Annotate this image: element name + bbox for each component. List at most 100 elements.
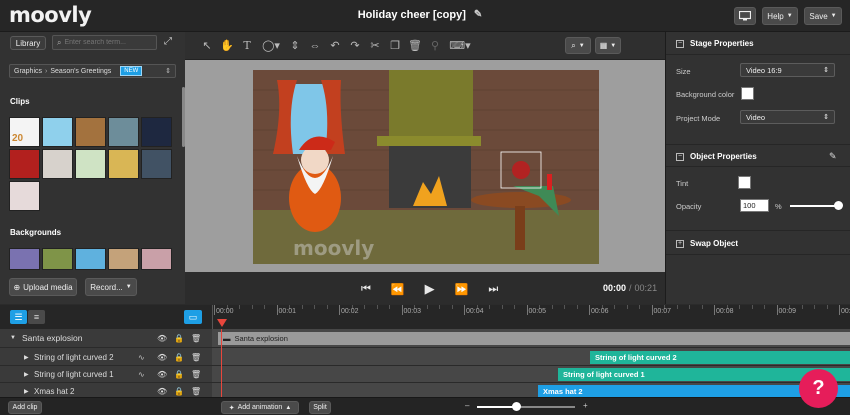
trash-icon[interactable]: 🗑 xyxy=(191,370,201,379)
visibility-eye-icon[interactable]: 👁 xyxy=(157,353,167,362)
list-view-button[interactable]: ☰ xyxy=(10,310,27,324)
timeline-clip-bar[interactable]: ▬ Santa explosion xyxy=(218,332,850,345)
search-input[interactable] xyxy=(64,39,150,46)
compact-view-button[interactable]: ≡ xyxy=(28,310,45,324)
trash-icon[interactable]: 🗑 xyxy=(191,353,201,362)
edit-pencil-icon[interactable]: ✎ xyxy=(474,9,482,21)
layer-name[interactable]: String of light curved 2 xyxy=(34,353,114,362)
clip-thumbnail-trees[interactable] xyxy=(75,149,106,179)
timeline-clip-bar[interactable]: String of light curved 2 xyxy=(590,351,850,364)
visibility-eye-icon[interactable]: 👁 xyxy=(157,370,167,379)
background-color-swatch[interactable] xyxy=(741,87,754,100)
background-thumbnail-room[interactable] xyxy=(108,248,139,270)
category-breadcrumb[interactable]: Graphics › Season's Greetings NEW ⇕ xyxy=(9,64,176,78)
breadcrumb-seasons-greetings[interactable]: Season's Greetings xyxy=(50,68,111,75)
help-menu-button[interactable]: Help ▼ xyxy=(762,7,798,25)
undo-icon[interactable]: ↶ xyxy=(327,39,343,52)
project-title[interactable]: Holiday cheer [copy] ✎ xyxy=(330,9,510,21)
expand-caret-icon[interactable]: ▶ xyxy=(24,371,29,378)
grid-view-button[interactable]: ▦ ▼ xyxy=(595,37,621,54)
timeline-options-button[interactable]: ▭ xyxy=(184,310,202,324)
zoom-in-icon[interactable]: + xyxy=(583,401,588,410)
zoom-slider-handle[interactable] xyxy=(511,402,521,411)
lock-icon[interactable]: 🔒 xyxy=(174,353,184,362)
zoom-out-icon[interactable]: – xyxy=(465,401,469,410)
clip-thumbnail-night[interactable] xyxy=(141,117,172,147)
layer-row[interactable]: ▶ String of light curved 1 ∿ 👁 🔒 🗑 Strin… xyxy=(0,366,850,383)
background-thumbnail-pink[interactable] xyxy=(141,248,172,270)
shape-tool-icon[interactable]: ◯▾ xyxy=(259,39,283,52)
stage-area[interactable]: moovly xyxy=(185,60,665,272)
layer-name[interactable]: Xmas hat 2 xyxy=(34,387,74,396)
upload-media-button[interactable]: ⊕ Upload media xyxy=(9,278,77,296)
delete-icon[interactable]: 🗑 xyxy=(407,39,423,52)
layer-row[interactable]: ▼ Santa explosion 👁 🔒 🗑 ▬ Santa explosio… xyxy=(0,329,850,348)
text-tool-icon[interactable]: T xyxy=(239,39,255,52)
play-icon[interactable]: ▶ xyxy=(425,281,435,297)
cut-icon[interactable]: ✂ xyxy=(367,39,383,52)
lock-icon[interactable]: 🔒 xyxy=(174,334,184,343)
clip-thumbnail-2016[interactable]: 20 xyxy=(9,117,40,147)
search-field[interactable]: ⌕ xyxy=(52,35,157,50)
redo-icon[interactable]: ↷ xyxy=(347,39,363,52)
object-properties-header[interactable]: − Object Properties xyxy=(676,152,757,161)
align-vertical-icon[interactable]: ⇕ xyxy=(287,39,303,52)
tint-swatch[interactable] xyxy=(738,176,751,189)
clip-thumbnail-fire[interactable] xyxy=(108,149,139,179)
select-arrow-icon[interactable]: ↖ xyxy=(199,39,215,52)
timeline-zoom-slider[interactable] xyxy=(477,402,575,411)
align-horizontal-icon[interactable]: ⇔ xyxy=(307,40,323,52)
layer-row[interactable]: ▶ String of light curved 2 ∿ 👁 🔒 🗑 Strin… xyxy=(0,349,850,366)
project-mode-select[interactable]: Video ⇕ xyxy=(740,110,835,124)
rewind-icon[interactable]: ⏪ xyxy=(391,283,405,296)
save-menu-button[interactable]: Save ▼ xyxy=(804,7,842,25)
opacity-slider-handle[interactable] xyxy=(833,201,843,210)
stage-canvas[interactable]: moovly xyxy=(253,70,599,264)
record-button[interactable]: Record... ▼ xyxy=(85,278,137,296)
opacity-input[interactable]: 100 xyxy=(740,199,769,212)
split-button[interactable]: Split xyxy=(309,401,331,414)
layer-name[interactable]: Santa explosion xyxy=(22,333,83,343)
visibility-eye-icon[interactable]: 👁 xyxy=(157,387,167,396)
clip-thumbnail-glasses[interactable] xyxy=(42,117,73,147)
add-animation-button[interactable]: ✦ Add animation ▲ xyxy=(221,401,299,414)
stage-properties-header[interactable]: − Stage Properties xyxy=(676,39,754,48)
clip-thumbnail-tree[interactable] xyxy=(108,117,139,147)
expand-caret-icon[interactable]: ▶ xyxy=(24,354,29,361)
clip-thumbnail-fireplace[interactable] xyxy=(75,117,106,147)
clip-thumbnail-snowman[interactable] xyxy=(141,149,172,179)
skip-to-end-icon[interactable]: ⏭ xyxy=(488,283,498,296)
playhead-marker[interactable] xyxy=(217,319,227,327)
clip-thumbnail-ornament[interactable] xyxy=(9,181,40,211)
background-thumbnail-purple[interactable] xyxy=(9,248,40,270)
library-tab[interactable]: Library xyxy=(10,36,46,50)
help-fab-button[interactable]: ? xyxy=(799,369,838,408)
expand-icon[interactable]: ⤢ xyxy=(164,36,172,47)
copy-icon[interactable]: ❐ xyxy=(387,39,403,52)
clip-thumbnail-house[interactable] xyxy=(42,149,73,179)
breadcrumb-graphics[interactable]: Graphics xyxy=(14,68,42,75)
clip-thumbnail-card[interactable] xyxy=(9,149,40,179)
add-clip-button[interactable]: Add clip xyxy=(8,401,42,414)
fast-forward-icon[interactable]: ⏩ xyxy=(455,283,469,296)
trash-icon[interactable]: 🗑 xyxy=(191,387,201,396)
skip-to-start-icon[interactable]: ⏮ xyxy=(361,283,371,296)
hand-icon[interactable]: ✋ xyxy=(219,39,235,52)
layer-name[interactable]: String of light curved 1 xyxy=(34,370,114,379)
project-title-text[interactable]: Holiday cheer [copy] xyxy=(358,9,466,21)
size-select[interactable]: Video 16:9 ⇕ xyxy=(740,63,835,77)
lock-icon[interactable]: 🔒 xyxy=(174,370,184,379)
keyboard-icon[interactable]: ⌨▾ xyxy=(447,39,473,52)
monitor-preview-button[interactable] xyxy=(734,7,756,25)
swap-object-header[interactable]: + Swap Object xyxy=(676,239,738,248)
background-thumbnail-sky[interactable] xyxy=(75,248,106,270)
trash-icon[interactable]: 🗑 xyxy=(191,334,201,343)
expand-caret-icon[interactable]: ▶ xyxy=(24,388,29,395)
moovly-logo[interactable]: moovly xyxy=(9,3,92,27)
eyedropper-icon[interactable]: ✎ xyxy=(829,151,837,162)
opacity-slider[interactable] xyxy=(790,201,843,210)
link-icon[interactable]: ⚲ xyxy=(427,39,443,52)
lock-icon[interactable]: 🔒 xyxy=(174,387,184,396)
timeline-ruler[interactable]: 00:00 00:01 00:02 00:03 00:04 00:05 00:06 00:07… xyxy=(212,305,850,329)
visibility-eye-icon[interactable]: 👁 xyxy=(157,334,167,343)
